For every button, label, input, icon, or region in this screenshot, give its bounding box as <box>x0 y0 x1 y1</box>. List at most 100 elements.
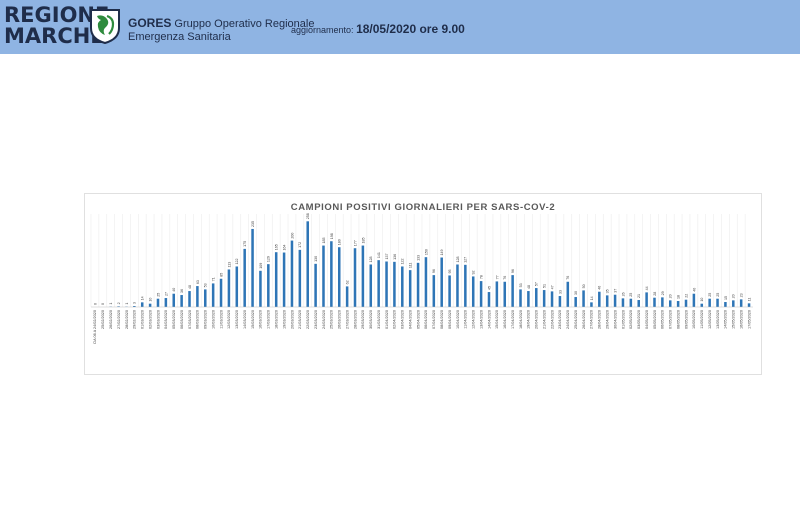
x-tick-label: 06/04/2020 <box>424 310 428 329</box>
x-tick-label: 25/02/2020 <box>101 310 105 329</box>
bar <box>605 295 609 307</box>
data-label: 165 <box>275 244 279 250</box>
x-tick-label: 07/05/2020 <box>669 310 673 329</box>
data-label: 22 <box>684 294 688 298</box>
bar <box>747 303 751 307</box>
x-tick-label: 30/04/2020 <box>613 310 617 329</box>
data-label: 172 <box>298 242 302 248</box>
x-tick-label: 22/03/2020 <box>306 310 310 329</box>
data-label: 180 <box>338 239 342 245</box>
x-tick-label: 01/03/2020 <box>141 310 145 329</box>
bar <box>361 245 365 307</box>
x-tick-label: 28/04/2020 <box>598 310 602 329</box>
bar <box>345 286 349 307</box>
data-label: 28 <box>653 292 657 296</box>
data-label: 149 <box>440 250 444 256</box>
data-label: 23 <box>740 293 744 297</box>
bar <box>298 249 302 307</box>
data-label: 14 <box>141 296 145 300</box>
bar <box>542 290 546 307</box>
bar <box>700 303 704 307</box>
data-label: 57 <box>535 282 539 286</box>
bar <box>243 248 246 307</box>
x-tick-label: 17/05/2020 <box>747 310 751 329</box>
data-label: 51 <box>543 284 547 288</box>
data-label: 130 <box>314 256 318 262</box>
x-tick-label: 09/03/2020 <box>204 310 208 329</box>
data-label: 30 <box>574 291 578 295</box>
x-tick-label: 20/03/2020 <box>290 310 294 329</box>
data-label: 36 <box>180 289 184 293</box>
bar <box>574 297 577 307</box>
data-label: 37 <box>613 289 617 293</box>
x-tick-label: 23/03/2020 <box>314 310 318 329</box>
bar <box>337 247 341 307</box>
bar <box>369 264 373 307</box>
x-tick-label: 25/03/2020 <box>330 310 334 329</box>
bar <box>251 228 254 307</box>
data-label: 3 <box>133 302 137 304</box>
data-label: 26 <box>621 292 625 296</box>
bar <box>495 281 499 307</box>
x-tick-label: 02/05/2020 <box>629 310 633 329</box>
data-label: 129 <box>267 256 271 262</box>
x-tick-label: 15/05/2020 <box>732 310 736 329</box>
data-label: 18 <box>677 295 681 299</box>
data-label: 53 <box>519 283 523 287</box>
bar <box>156 298 160 307</box>
bar <box>676 301 680 307</box>
data-label: 137 <box>385 253 389 259</box>
data-label: 164 <box>282 245 286 251</box>
bar <box>645 292 648 307</box>
bar <box>503 281 507 307</box>
bar <box>708 298 711 307</box>
x-tick-label: 18/04/2020 <box>519 310 523 329</box>
data-label: 40 <box>172 288 176 292</box>
x-tick-label: 14/03/2020 <box>243 310 247 329</box>
x-tick-label: 09/04/2020 <box>448 310 452 329</box>
x-tick-label: 05/03/2020 <box>172 310 176 329</box>
data-label: 1 <box>109 303 113 305</box>
bar <box>535 288 538 307</box>
bar <box>164 298 168 307</box>
bar <box>172 293 176 307</box>
data-label: 76 <box>503 276 507 280</box>
data-label: 25 <box>629 293 633 297</box>
data-label: 14 <box>590 296 594 300</box>
data-label: 63 <box>196 280 200 284</box>
bar <box>590 302 593 307</box>
x-tick-label: 14/05/2020 <box>724 310 728 329</box>
data-label: 185 <box>322 238 326 244</box>
data-label: 53 <box>204 283 208 287</box>
x-tick-label: 12/03/2020 <box>227 310 231 329</box>
bar <box>479 281 483 307</box>
bar <box>716 298 719 307</box>
data-label: 15 <box>724 296 728 300</box>
data-label: 45 <box>487 286 491 290</box>
bar <box>267 264 270 307</box>
data-label: 27 <box>164 292 168 296</box>
bar <box>140 302 144 307</box>
bar-chart: 0 DA 06 A 24/02/2020 0 25/02/2020 1 26/02/202… <box>90 213 753 344</box>
x-tick-label: 27/02/2020 <box>117 310 121 329</box>
data-label: 35 <box>606 289 610 293</box>
x-tick-label: 30/03/2020 <box>369 310 373 329</box>
bar <box>306 221 309 307</box>
x-tick-label: 22/04/2020 <box>550 310 554 329</box>
org-name-line2: Emergenza Sanitaria <box>128 31 231 43</box>
bar <box>527 291 530 307</box>
bar <box>732 300 735 307</box>
bar <box>684 299 688 307</box>
data-label: 122 <box>401 258 405 264</box>
data-label: 235 <box>251 221 255 227</box>
data-label: 109 <box>259 263 263 269</box>
x-tick-label: 04/04/2020 <box>408 310 412 329</box>
data-label: 258 <box>306 213 310 219</box>
x-tick-label: 29/02/2020 <box>133 310 137 329</box>
data-label: 47 <box>550 285 554 289</box>
data-label: 122 <box>235 258 239 264</box>
bar <box>393 261 396 307</box>
update-label: aggiornamento: <box>291 25 354 35</box>
data-label: 40 <box>692 288 696 292</box>
bar <box>629 298 633 307</box>
